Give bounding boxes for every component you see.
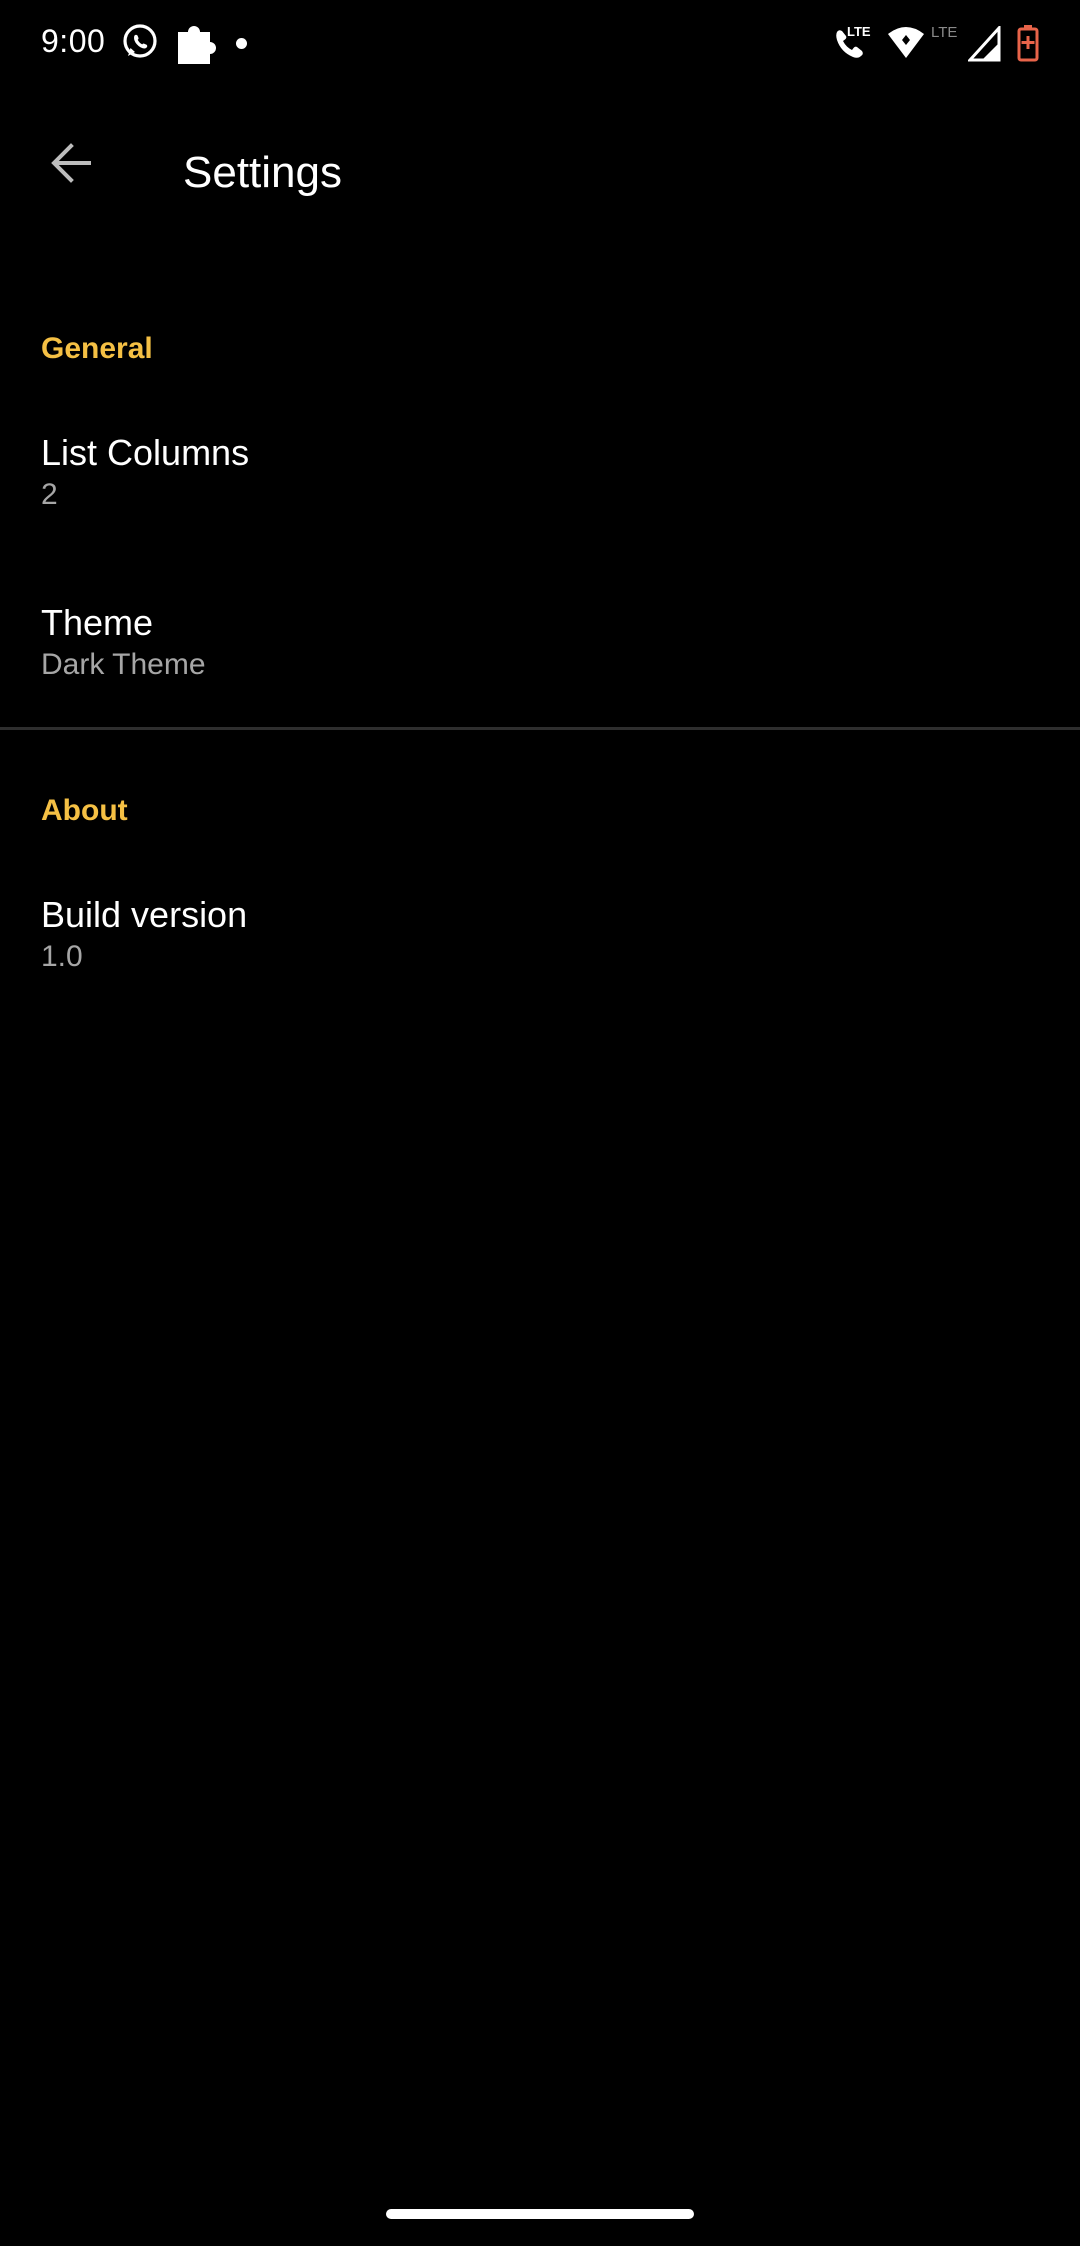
- pref-list-columns[interactable]: List Columns 2: [0, 408, 1080, 578]
- lte-badge-text-2: LTE: [931, 24, 957, 41]
- pref-title: Build version: [41, 894, 248, 935]
- section-header-general: General: [41, 332, 153, 365]
- lte-badge-text: LTE: [847, 24, 871, 39]
- pref-summary: 2: [41, 478, 58, 511]
- section-header-about: About: [41, 794, 128, 827]
- pref-summary: 1.0: [41, 940, 83, 973]
- whatsapp-icon: [121, 23, 159, 61]
- pref-theme[interactable]: Theme Dark Theme: [0, 578, 1080, 748]
- arrow-back-icon: [49, 142, 93, 188]
- lte-icon: LTE: [930, 22, 968, 42]
- section-divider: [0, 727, 1080, 730]
- gesture-nav-handle[interactable]: [386, 2209, 694, 2219]
- pref-build-version[interactable]: Build version 1.0: [0, 870, 1080, 1040]
- volte-call-icon: LTE: [833, 24, 881, 62]
- notification-dot-icon: [236, 38, 247, 49]
- status-time: 9:00: [41, 23, 106, 59]
- back-button[interactable]: [34, 128, 108, 202]
- page-title: Settings: [183, 148, 342, 197]
- status-bar: 9:00 LTE LTE: [0, 0, 1080, 88]
- puzzle-icon: [176, 18, 218, 66]
- wifi-icon: [886, 26, 926, 60]
- app-bar: Settings: [0, 88, 1080, 268]
- pref-title: Theme: [41, 602, 154, 643]
- pref-title: List Columns: [41, 432, 250, 473]
- battery-charging-icon: [1017, 24, 1039, 62]
- signal-icon: [968, 26, 1002, 62]
- pref-summary: Dark Theme: [41, 648, 206, 681]
